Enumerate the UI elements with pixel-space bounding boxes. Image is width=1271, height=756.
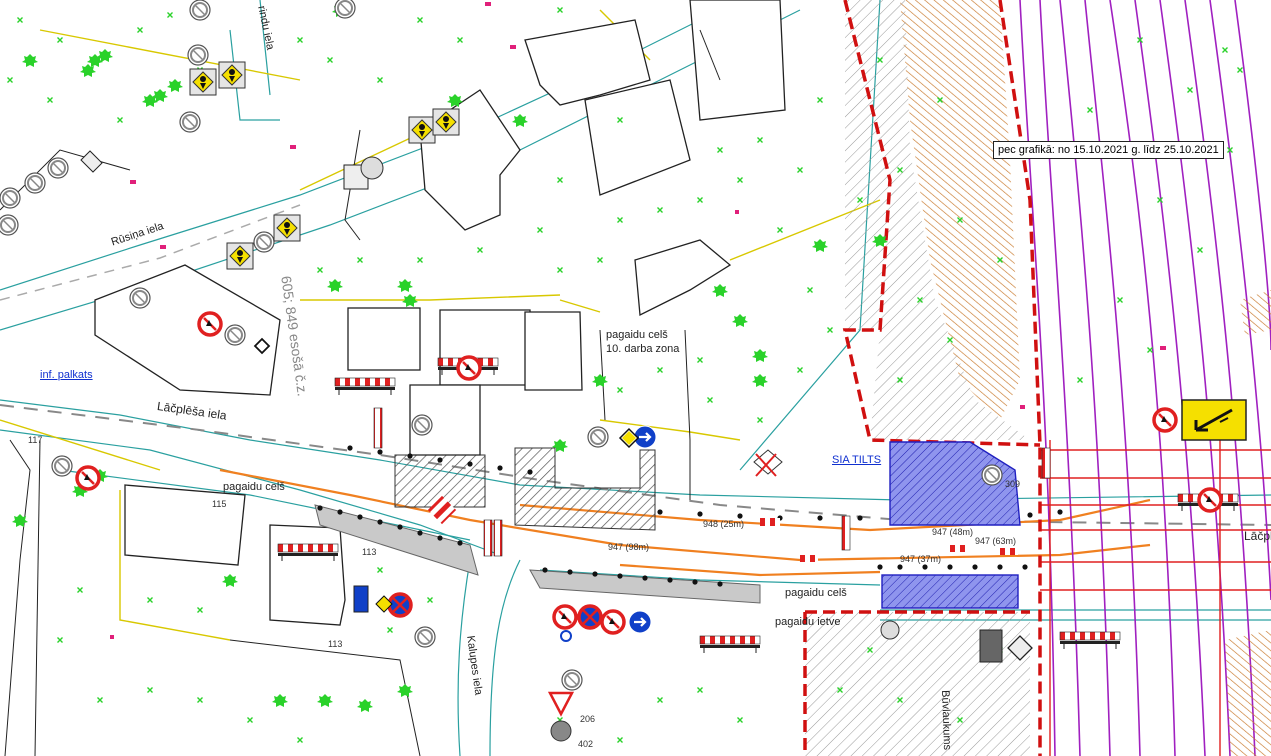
pedestrian-sign-icon <box>1197 487 1223 513</box>
pagaidu-celsh-zone-label: pagaidu celš <box>606 329 668 341</box>
buvlaukums-label: Būvlaukums <box>939 689 954 751</box>
pagaidu-celsh-left-label: pagaidu celš <box>223 481 285 493</box>
pedestrian-sign-icon <box>408 116 436 144</box>
dimension-label: 947 (63m) <box>975 536 1017 546</box>
pedestrian-sign-icon <box>273 214 301 242</box>
site-plan-map <box>0 0 1271 756</box>
no-entry-sign-icon <box>456 355 482 381</box>
no-entry-sign-icon <box>600 609 626 635</box>
no-parking-sign-icon <box>577 604 603 630</box>
dimension-label: 948 (25m) <box>703 519 745 529</box>
sign-number: 402 <box>578 739 594 749</box>
schedule-callout: pec grafikā: no 15.10.2021 g. līdz 25.10… <box>993 141 1224 159</box>
no-entry-sign-icon <box>1152 407 1178 433</box>
dimension-label: 947 (48m) <box>932 527 974 537</box>
building-number: 117 <box>28 435 43 445</box>
building-number: 113 <box>328 639 343 649</box>
sign-number: 309 <box>1005 479 1021 489</box>
no-entry-sign-icon <box>75 465 101 491</box>
pedestrian-sign-icon <box>189 68 217 96</box>
inf-palkats-link[interactable]: inf. palkats <box>40 370 93 381</box>
no-entry-sign-icon <box>552 604 578 630</box>
pedestrian-sign-icon <box>226 242 254 270</box>
sia-tilts-link[interactable]: SIA TILTS <box>832 455 881 466</box>
sign-number: 206 <box>580 714 596 724</box>
building-number: 115 <box>212 499 227 509</box>
pedestrian-sign-icon <box>432 108 460 136</box>
work-zone-10-label: 10. darba zona <box>606 343 680 355</box>
pedestrian-sign-icon <box>218 61 246 89</box>
no-entry-sign-icon <box>197 311 223 337</box>
pagaidu-celsh-bottom-label: pagaidu celš <box>785 587 847 599</box>
direction-arrow-sign-icon <box>627 609 653 635</box>
dimension-label: 947 (98m) <box>608 542 650 552</box>
dimension-label: 947 (37m) <box>900 554 942 564</box>
blue-zone-lower <box>881 574 1019 609</box>
no-parking-sign-icon <box>387 592 413 618</box>
building-number: 113 <box>362 547 377 557</box>
street-label-lacplesa-right: Lāčpl <box>1244 529 1271 543</box>
pagaidu-ietve-label: pagaidu ietve <box>775 616 841 628</box>
